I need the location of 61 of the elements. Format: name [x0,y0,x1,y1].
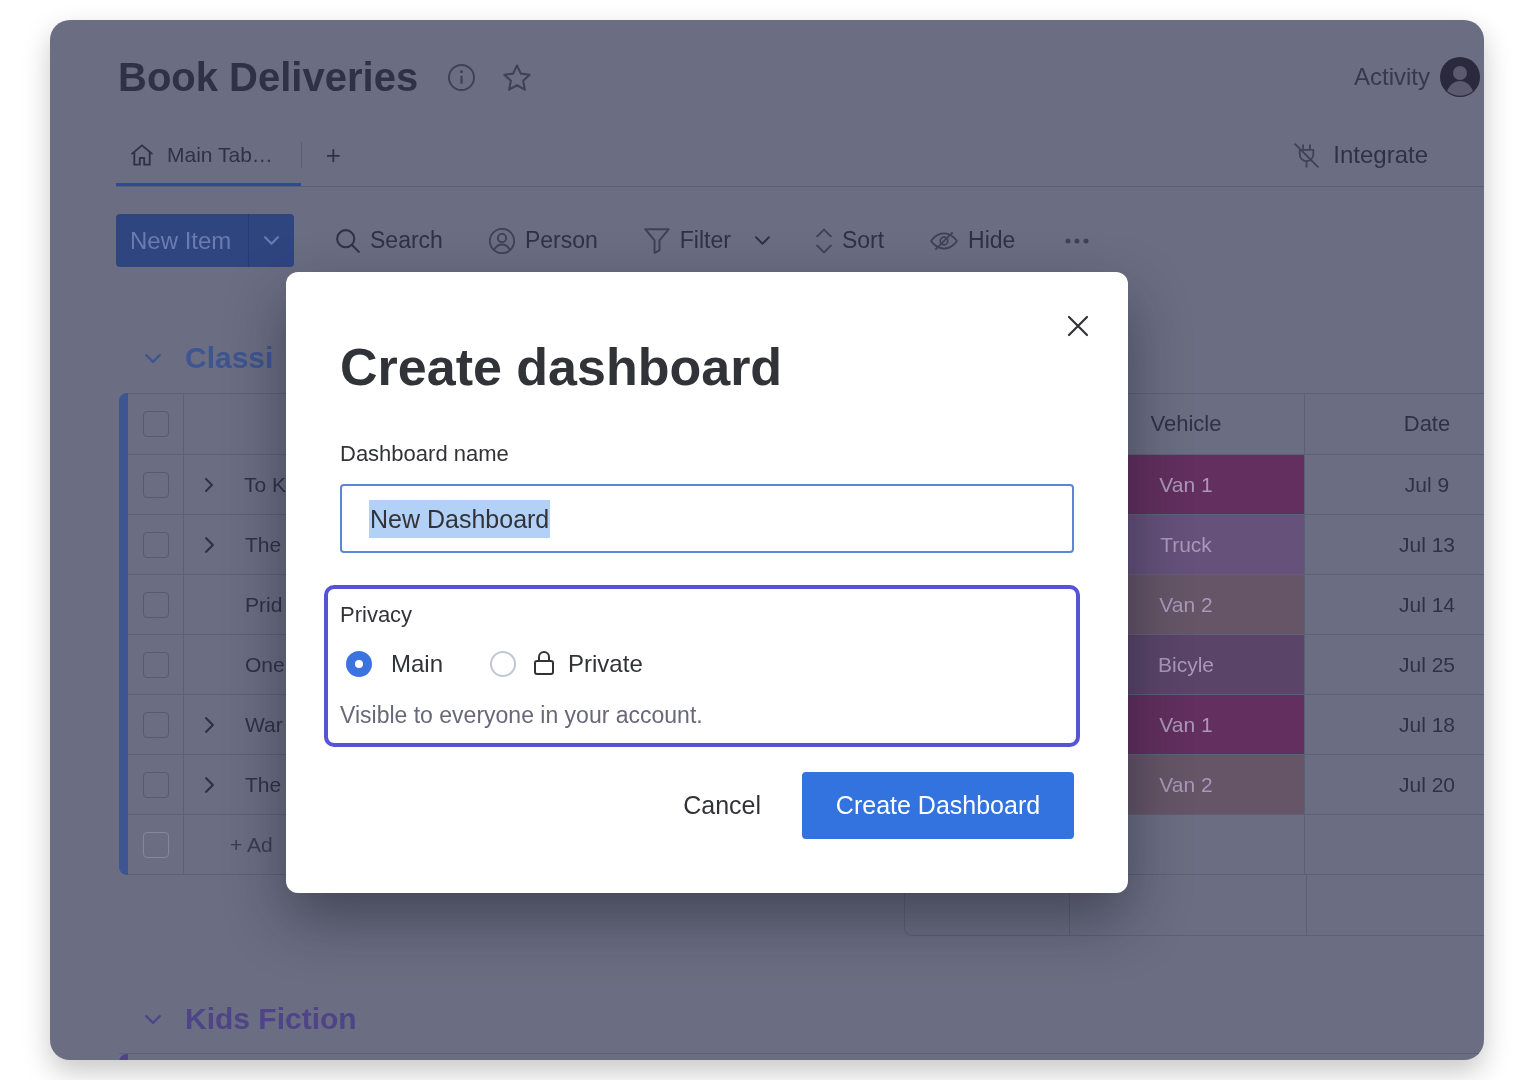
more-icon[interactable] [1065,237,1090,244]
new-item-dropdown-button[interactable] [248,214,294,267]
table-cell: Jul 14 [1304,575,1484,635]
sort-icon [815,227,832,254]
toolbar-button[interactable]: Sort [807,218,893,263]
hint-text: Visible to everyone in your account. [340,701,704,729]
filter-icon [643,227,670,254]
star-icon[interactable] [503,63,532,91]
info-icon[interactable] [448,63,476,91]
close-icon[interactable] [1067,315,1089,337]
radio-label[interactable]: Main [391,649,444,679]
vehicle-label[interactable]: Truck [1128,515,1304,575]
text-field[interactable]: New Dashboard [340,484,1074,553]
chevron-right-icon[interactable] [205,536,214,553]
item-name[interactable]: Prid [245,592,283,617]
person-icon [488,227,515,254]
item-name[interactable]: War [245,712,283,737]
home-icon [131,144,153,166]
chevron-down-icon [264,236,279,245]
dialog-title: Create dashboard [340,337,784,397]
table-cell: Jul 25 [1304,635,1484,695]
toolbar-button[interactable]: Person [480,218,606,263]
vehicle-label[interactable]: Van 1 [1128,455,1304,515]
table-cell: Jul 18 [1304,695,1484,755]
board-title: Book Deliveries [118,54,419,101]
cancel-button[interactable]: Cancel [667,772,777,839]
field-label: Dashboard name [340,440,510,468]
avatar-icon[interactable] [1440,57,1480,97]
create-button[interactable]: Create Dashboard [802,772,1074,839]
hidden-eye-icon [930,230,959,251]
chevron-down-icon [754,236,770,245]
chevron-right-icon[interactable] [205,476,213,493]
chevron-down-icon[interactable] [145,1014,161,1024]
vehicle-label[interactable]: Van 1 [1128,695,1304,755]
integrate-button[interactable]: Integrate [1294,141,1428,169]
chevron-down-icon[interactable] [145,353,161,363]
table-cell: Jul 13 [1304,515,1484,575]
vehicle-label[interactable]: Bicyle [1128,635,1304,695]
section-label: Privacy [340,601,414,629]
radio-button[interactable] [346,651,372,677]
search-icon [336,228,360,253]
table-cell: Jul 20 [1304,755,1484,815]
item-name[interactable]: The [245,532,282,557]
tab[interactable]: Main Tab… [116,124,301,186]
field-value: New Dashboard [369,499,551,538]
vehicle-label[interactable]: Van 2 [1128,755,1304,815]
radio-button[interactable] [490,651,517,677]
column-header: Date [1304,393,1484,455]
toolbar-button[interactable]: Filter [635,218,778,263]
chevron-right-icon[interactable] [205,776,214,793]
toolbar-button[interactable]: Hide [922,218,1024,263]
new-item-button[interactable]: New Item [116,214,248,267]
table-cell: Jul 9 [1304,455,1484,515]
toolbar-button[interactable]: Search [328,218,451,263]
plug-icon [1294,142,1320,168]
vehicle-label[interactable]: Van 2 [1128,575,1304,635]
chevron-right-icon[interactable] [205,716,214,733]
radio-label[interactable]: Private [568,649,643,679]
item-name[interactable]: The [245,772,282,797]
item-name[interactable]: One [245,652,285,677]
add-tab-button[interactable]: + [319,140,348,170]
